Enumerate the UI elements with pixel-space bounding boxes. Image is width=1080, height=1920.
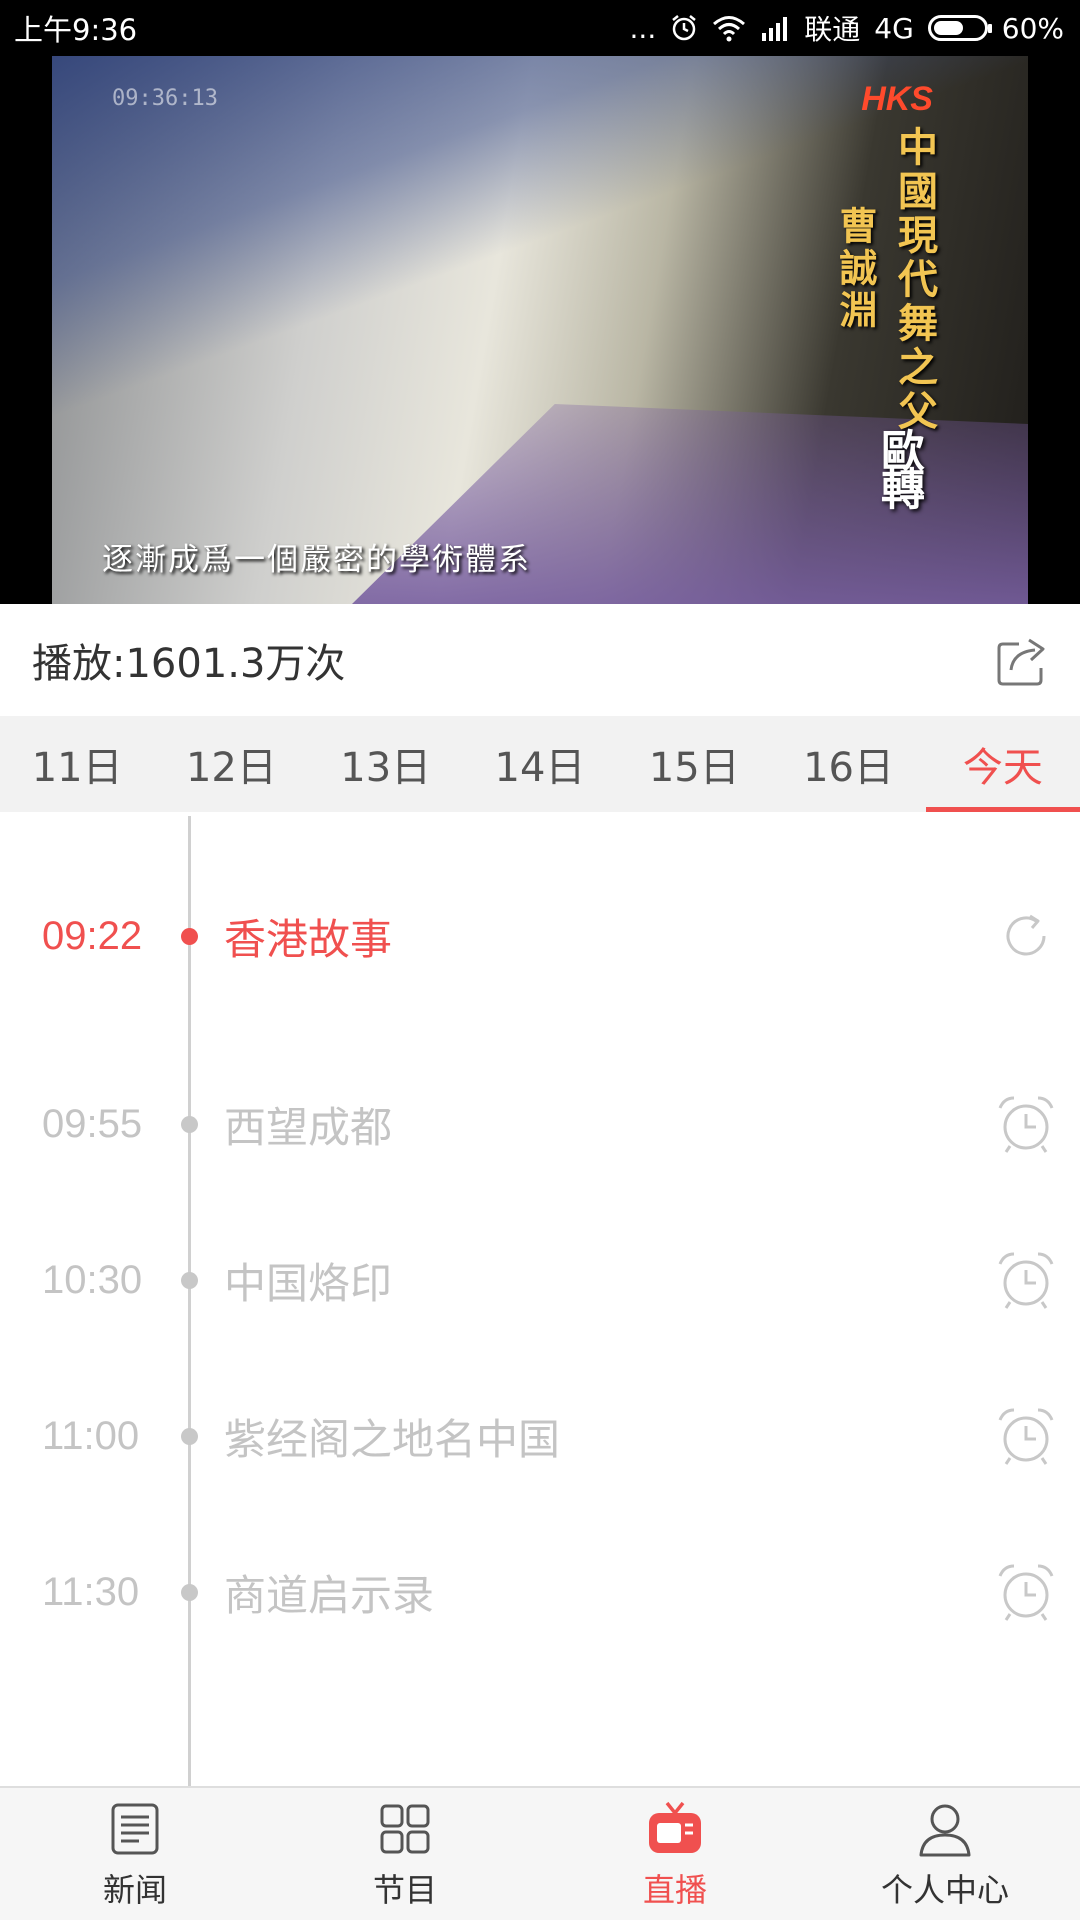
battery-icon (927, 15, 992, 41)
show-badge: 歐轉 (873, 428, 924, 504)
reminder-button[interactable] (994, 1248, 1058, 1312)
play-count: 播放:1601.3万次 (32, 641, 346, 687)
nav-label: 新闻 (102, 1871, 167, 1909)
timeline-dot (181, 1271, 198, 1289)
alarm-clock-icon (998, 1408, 1054, 1465)
nav-live[interactable]: 直播 (540, 1788, 810, 1920)
date-tab-14[interactable]: 14日 (463, 716, 617, 812)
share-button[interactable] (988, 625, 1058, 695)
reminder-button[interactable] (994, 1404, 1058, 1468)
video-timestamp: 09:36:13 (112, 86, 218, 111)
timeline-dot (181, 1427, 198, 1445)
wifi-icon (713, 16, 746, 42)
status-icons: ... 联通 4G 60% (630, 8, 1064, 48)
date-tabs: 11日 12日 13日 14日 15日 16日 今天 (0, 716, 1080, 812)
alarm-clock-icon (998, 1096, 1054, 1153)
alarm-clock-icon (998, 1252, 1054, 1309)
program-row[interactable]: 09:55 西望成都 (0, 1064, 1080, 1184)
program-row[interactable]: 11:30 商道启示录 (0, 1532, 1080, 1652)
program-row-live[interactable]: 09:22 香港故事 (0, 876, 1080, 996)
date-tab-13[interactable]: 13日 (309, 716, 463, 812)
program-title: 香港故事 (224, 914, 393, 964)
signal-icon (762, 17, 788, 41)
video-subtitle: 逐漸成爲一個嚴密的學術體系 (102, 542, 531, 578)
replay-button[interactable] (994, 904, 1058, 968)
program-time: 09:22 (42, 913, 143, 958)
nav-profile[interactable]: 个人中心 (810, 1788, 1080, 1920)
reminder-button[interactable] (994, 1092, 1058, 1156)
program-row[interactable]: 10:30 中国烙印 (0, 1220, 1080, 1340)
program-title: 商道启示录 (224, 1570, 435, 1620)
program-schedule: 09:22 香港故事 09:55 西望成都 10:30 中国烙印 11:00 紫… (0, 812, 1080, 1786)
program-time: 11:30 (42, 1569, 140, 1614)
battery-percent: 60% (1001, 11, 1064, 45)
video-caption-name: 曹誠淵 (833, 206, 877, 332)
date-tab-16[interactable]: 16日 (771, 716, 925, 812)
reminder-button[interactable] (994, 1560, 1058, 1624)
program-title: 紫经阁之地名中国 (224, 1414, 561, 1464)
network-type: 4G (874, 11, 914, 45)
timeline-dot (181, 1115, 198, 1133)
program-row[interactable]: 11:00 紫经阁之地名中国 (0, 1376, 1080, 1496)
timeline-dot (181, 927, 198, 945)
date-tab-11[interactable]: 11日 (0, 716, 154, 812)
video-caption-title: 中國現代舞之父 (891, 126, 937, 434)
carrier-name: 联通 (804, 13, 861, 46)
alarm-clock-icon (998, 1564, 1054, 1621)
nav-programs[interactable]: 节目 (270, 1788, 540, 1920)
info-row: 播放:1601.3万次 (0, 604, 1080, 716)
date-tab-today[interactable]: 今天 (925, 716, 1080, 812)
video-player[interactable]: 09:36:13 HKS 中國現代舞之父 曹誠淵 歐轉 逐漸成爲一個嚴密的學術體… (0, 56, 1080, 604)
timeline-dot (181, 1583, 198, 1601)
nav-label: 个人中心 (880, 1871, 1009, 1909)
program-title: 中国烙印 (224, 1258, 393, 1308)
status-time: 上午9:36 (14, 13, 138, 47)
more-notifications-icon: ... (629, 11, 657, 45)
nav-label: 直播 (642, 1871, 707, 1909)
replay-icon (1006, 914, 1046, 956)
channel-logo: HKS (861, 80, 933, 118)
person-icon (919, 1804, 971, 1857)
status-bar: 上午9:36 ... 联通 4G 60% (0, 0, 1080, 56)
grid-icon (380, 1804, 430, 1854)
nav-label: 节目 (372, 1871, 437, 1909)
tv-icon (649, 1801, 701, 1853)
alarm-icon (672, 15, 697, 41)
program-time: 10:30 (42, 1257, 143, 1302)
nav-news[interactable]: 新闻 (0, 1788, 270, 1920)
bottom-nav: 新闻 节目 直播 个人中心 (0, 1786, 1080, 1920)
video-frame[interactable]: 09:36:13 HKS 中國現代舞之父 曹誠淵 歐轉 逐漸成爲一個嚴密的學術體… (52, 56, 1028, 604)
program-time: 09:55 (42, 1101, 143, 1146)
date-tab-12[interactable]: 12日 (154, 716, 308, 812)
date-tab-15[interactable]: 15日 (617, 716, 771, 812)
battery-level (933, 21, 963, 35)
program-title: 西望成都 (224, 1102, 393, 1152)
share-icon (997, 638, 1045, 686)
program-time: 11:00 (42, 1413, 140, 1458)
news-icon (111, 1803, 159, 1855)
